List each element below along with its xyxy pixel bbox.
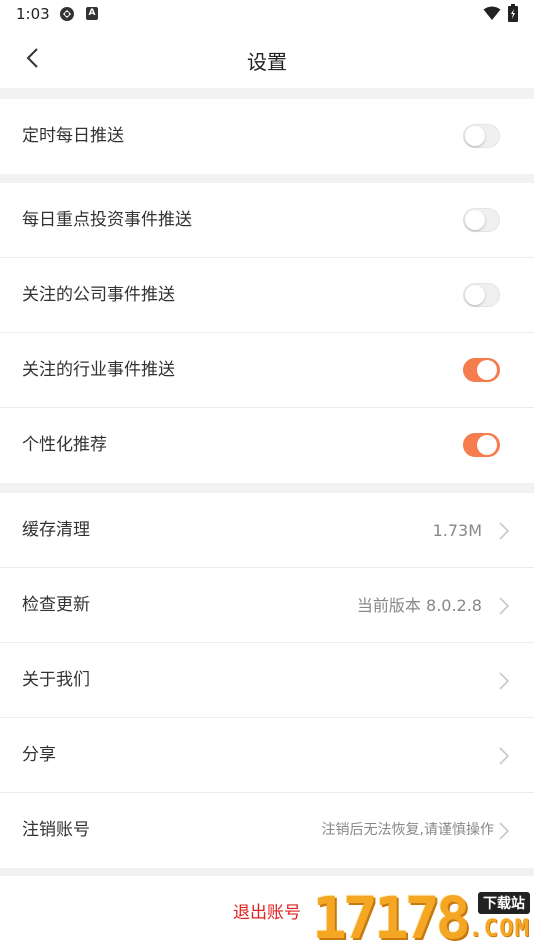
setting-label: 分享 (22, 745, 56, 765)
industry-events-push-toggle[interactable] (463, 358, 500, 382)
delete-account-warning: 注销后无法恢复,请谨慎操作 (321, 822, 494, 838)
chevron-right-icon (499, 522, 510, 540)
sync-icon (60, 7, 74, 21)
chevron-right-icon (499, 672, 510, 690)
status-bar: 1:03 A (0, 0, 534, 28)
page-title: 设置 (247, 50, 287, 74)
setting-label: 关于我们 (22, 670, 90, 690)
setting-row-about-us[interactable]: 关于我们 (0, 643, 534, 718)
toggle-knob (465, 285, 485, 305)
version-value: 当前版本 8.0.2.8 (356, 596, 482, 615)
wifi-icon (483, 6, 501, 20)
setting-label: 每日重点投资事件推送 (22, 210, 192, 230)
battery-icon (508, 4, 518, 22)
company-events-push-toggle[interactable] (463, 283, 500, 307)
personalized-recommendation-toggle[interactable] (463, 433, 500, 457)
setting-row-daily-push: 定时每日推送 (0, 99, 534, 174)
site-watermark-logo: 17178 下载站 .COM (310, 886, 534, 950)
setting-label: 关注的行业事件推送 (22, 360, 175, 380)
daily-push-toggle[interactable] (463, 124, 500, 148)
toggle-knob (477, 435, 497, 455)
chevron-right-icon (499, 597, 510, 615)
navbar: 设置 (0, 28, 534, 88)
a-badge-icon: A (86, 7, 98, 20)
setting-label: 个性化推荐 (22, 435, 107, 455)
watermark-tag: 下载站 (478, 892, 530, 914)
cache-size-value: 1.73M (432, 521, 482, 540)
settings-group-notifications: 每日重点投资事件推送 关注的公司事件推送 关注的行业事件推送 个性化推荐 (0, 183, 534, 483)
status-time: 1:03 (16, 5, 50, 23)
toggle-knob (465, 210, 485, 230)
setting-label: 定时每日推送 (22, 126, 124, 146)
setting-label: 关注的公司事件推送 (22, 285, 175, 305)
setting-row-personalized-recommendation: 个性化推荐 (0, 408, 534, 483)
key-investment-push-toggle[interactable] (463, 208, 500, 232)
toggle-knob (477, 360, 497, 380)
setting-label: 检查更新 (22, 595, 90, 615)
setting-row-delete-account[interactable]: 注销账号 注销后无法恢复,请谨慎操作 (0, 793, 534, 868)
setting-row-industry-events-push: 关注的行业事件推送 (0, 333, 534, 408)
settings-group-general: 缓存清理 1.73M 检查更新 当前版本 8.0.2.8 关于我们 分享 注销账… (0, 493, 534, 868)
settings-group-push: 定时每日推送 (0, 99, 534, 174)
chevron-right-icon (499, 747, 510, 765)
setting-row-check-update[interactable]: 检查更新 当前版本 8.0.2.8 (0, 568, 534, 643)
setting-row-share[interactable]: 分享 (0, 718, 534, 793)
setting-label: 缓存清理 (22, 520, 90, 540)
setting-label: 注销账号 (22, 820, 90, 840)
setting-row-key-investment-push: 每日重点投资事件推送 (0, 183, 534, 258)
watermark-digits: 17178 (312, 884, 471, 950)
toggle-knob (465, 126, 485, 146)
setting-row-company-events-push: 关注的公司事件推送 (0, 258, 534, 333)
chevron-right-icon (499, 822, 510, 840)
setting-row-clear-cache[interactable]: 缓存清理 1.73M (0, 493, 534, 568)
watermark-domain: .COM (468, 914, 530, 942)
